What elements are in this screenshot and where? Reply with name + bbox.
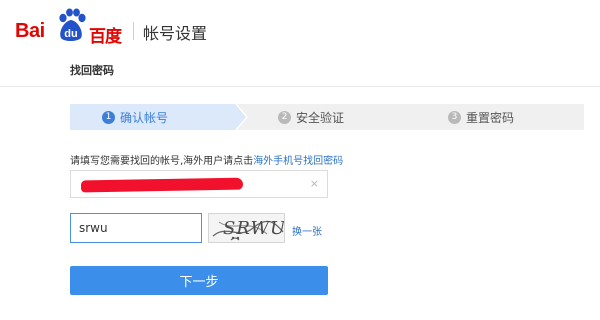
step-label: 安全验证 — [296, 110, 345, 125]
step-confirm-account: 1 确认帐号 — [102, 104, 168, 130]
captcha-text: SRWU — [223, 218, 285, 239]
step-number: 1 — [102, 110, 115, 124]
subheader: 找回密码 — [0, 52, 600, 87]
clear-icon[interactable]: × — [310, 177, 319, 190]
logo-text-cn: 百度 — [89, 27, 122, 47]
step-label: 确认帐号 — [120, 110, 169, 125]
subheader-title: 找回密码 — [70, 64, 114, 77]
refresh-captcha-link[interactable]: 换一张 — [292, 223, 322, 238]
instruction-text: 请填写您需要找回的帐号,海外用户请点击海外手机号找回密码 — [70, 152, 343, 167]
step-security-verify: 2 安全验证 — [278, 104, 344, 130]
header-divider — [133, 22, 134, 40]
captcha-input[interactable] — [70, 213, 202, 243]
next-step-button[interactable]: 下一步 — [70, 266, 328, 295]
overseas-phone-recovery-link[interactable]: 海外手机号找回密码 — [253, 156, 343, 167]
account-input[interactable]: × — [70, 170, 328, 198]
step-reset-password: 3 重置密码 — [448, 104, 514, 130]
step-progress-bar: 1 确认帐号 2 安全验证 3 重置密码 — [70, 104, 584, 130]
page-title: 帐号设置 — [143, 24, 208, 43]
page-header: Bai du 百度 帐号设置 — [0, 0, 600, 53]
redacted-account-value — [80, 177, 244, 193]
logo-text-du: du — [64, 28, 78, 40]
step-label: 重置密码 — [466, 110, 515, 125]
step-number: 2 — [278, 110, 291, 124]
paw-icon: du — [55, 8, 87, 42]
logo-text-bai: Bai — [15, 20, 45, 42]
instruction-label: 请填写您需要找回的帐号,海外用户请点击 — [70, 156, 254, 167]
captcha-image[interactable]: SRWU — [208, 213, 285, 243]
baidu-logo[interactable]: Bai du 百度 — [15, 8, 123, 47]
step-number: 3 — [448, 110, 461, 124]
